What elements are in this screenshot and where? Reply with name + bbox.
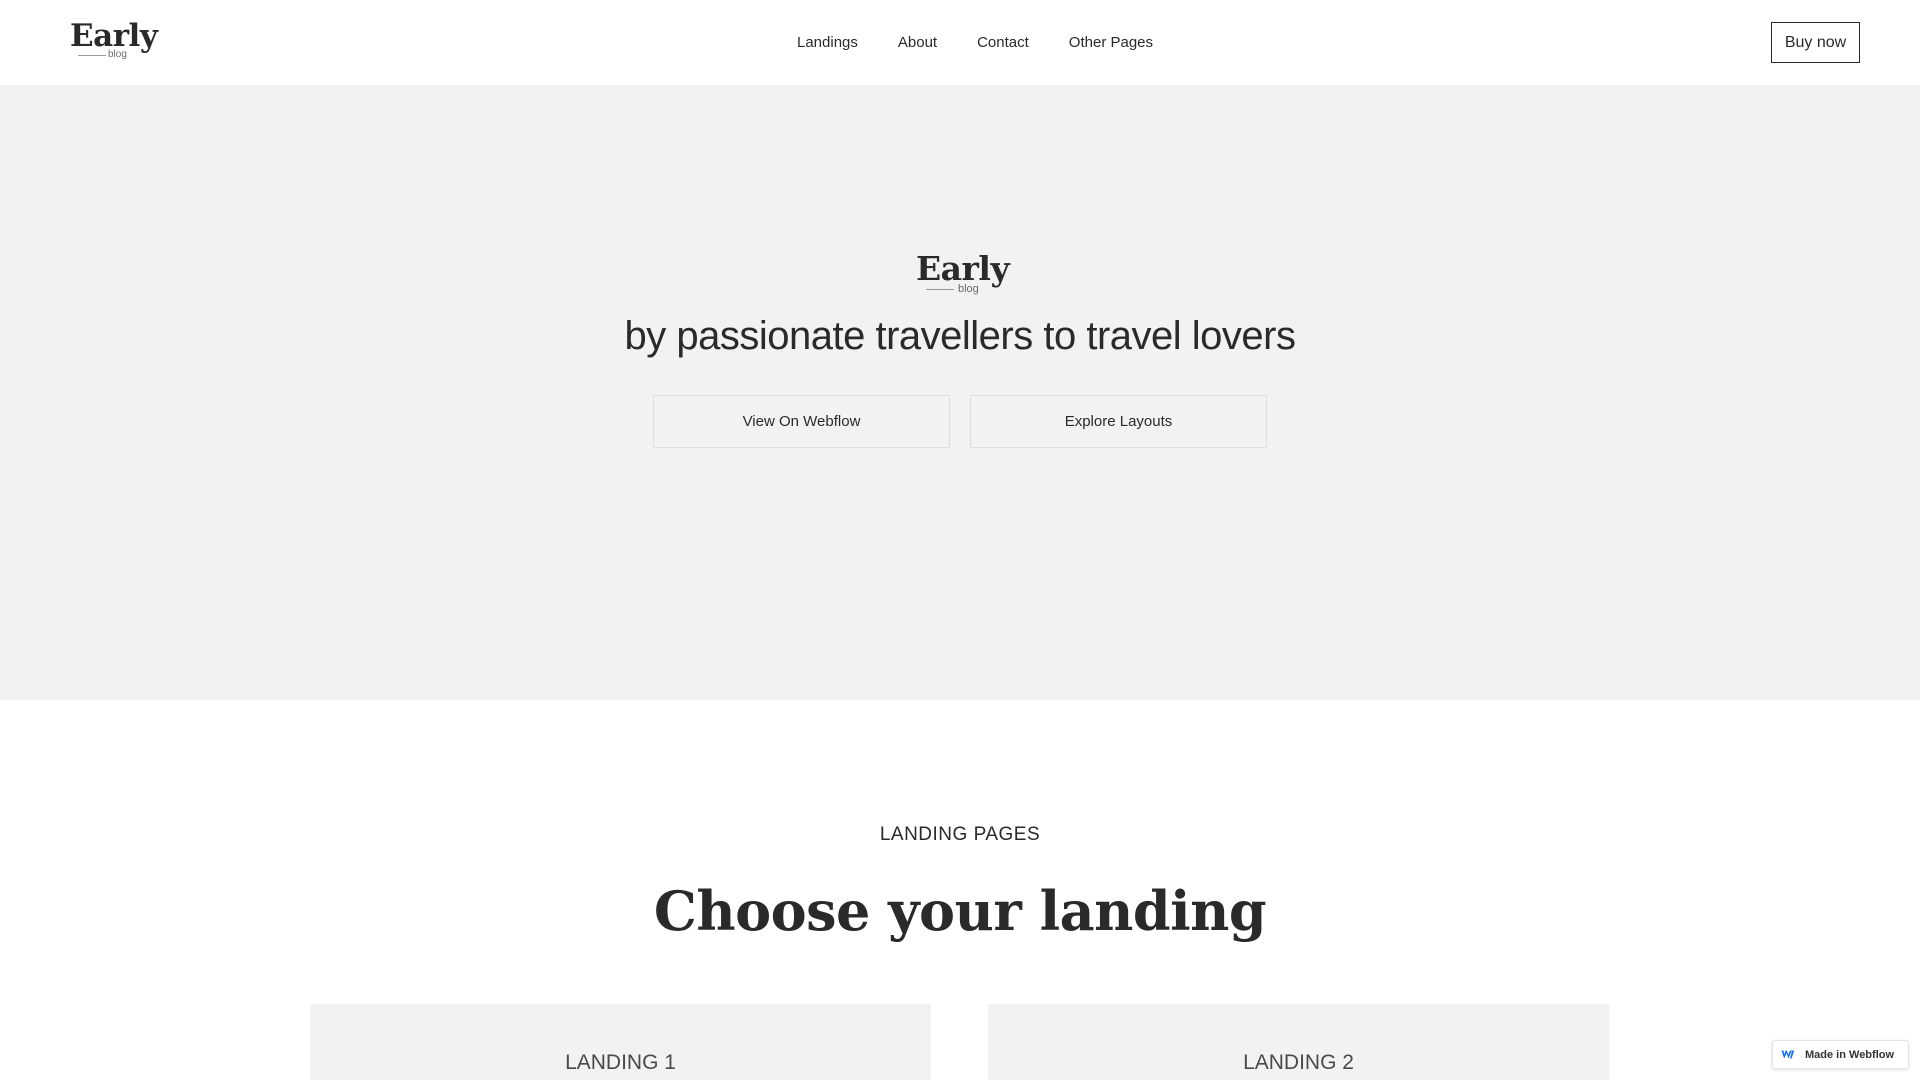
hero-section: Early blog by passionate travellers to t… <box>0 85 1920 700</box>
hero-logo-subtext: blog <box>958 283 979 295</box>
explore-layouts-button[interactable]: Explore Layouts <box>970 395 1267 448</box>
hero-logo: Early blog <box>916 250 1010 298</box>
landing-card-1[interactable]: LANDING 1 <box>310 1004 931 1080</box>
made-in-webflow-badge[interactable]: Made in Webflow <box>1772 1040 1909 1069</box>
hero-logo-divider <box>926 289 954 290</box>
nav-link-about[interactable]: About <box>898 34 937 51</box>
nav-link-contact[interactable]: Contact <box>977 34 1029 51</box>
main-nav: Landings About Contact Other Pages <box>797 31 1153 53</box>
landing-pages-section: LANDING PAGES Choose your landing LANDIN… <box>0 700 1920 1080</box>
landing-card-title: LANDING 2 <box>1243 1051 1354 1074</box>
nav-link-landings[interactable]: Landings <box>797 34 858 51</box>
logo-subtext: blog <box>108 49 127 60</box>
landing-card-title: LANDING 1 <box>565 1051 676 1074</box>
hero-tagline: by passionate travellers to travel lover… <box>624 314 1296 358</box>
webflow-icon <box>1781 1050 1795 1059</box>
navbar: Early blog Landings About Contact Other … <box>0 0 1920 85</box>
section-eyebrow: LANDING PAGES <box>879 824 1041 845</box>
section-title: Choose your landing <box>653 879 1267 943</box>
view-on-webflow-button[interactable]: View On Webflow <box>653 395 950 448</box>
logo-divider <box>78 55 106 56</box>
landing-card-2[interactable]: LANDING 2 <box>988 1004 1609 1080</box>
site-logo[interactable]: Early blog <box>70 18 158 64</box>
buy-now-button[interactable]: Buy now <box>1771 22 1860 63</box>
made-in-webflow-label: Made in Webflow <box>1805 1048 1895 1061</box>
nav-link-other-pages[interactable]: Other Pages <box>1069 34 1153 51</box>
